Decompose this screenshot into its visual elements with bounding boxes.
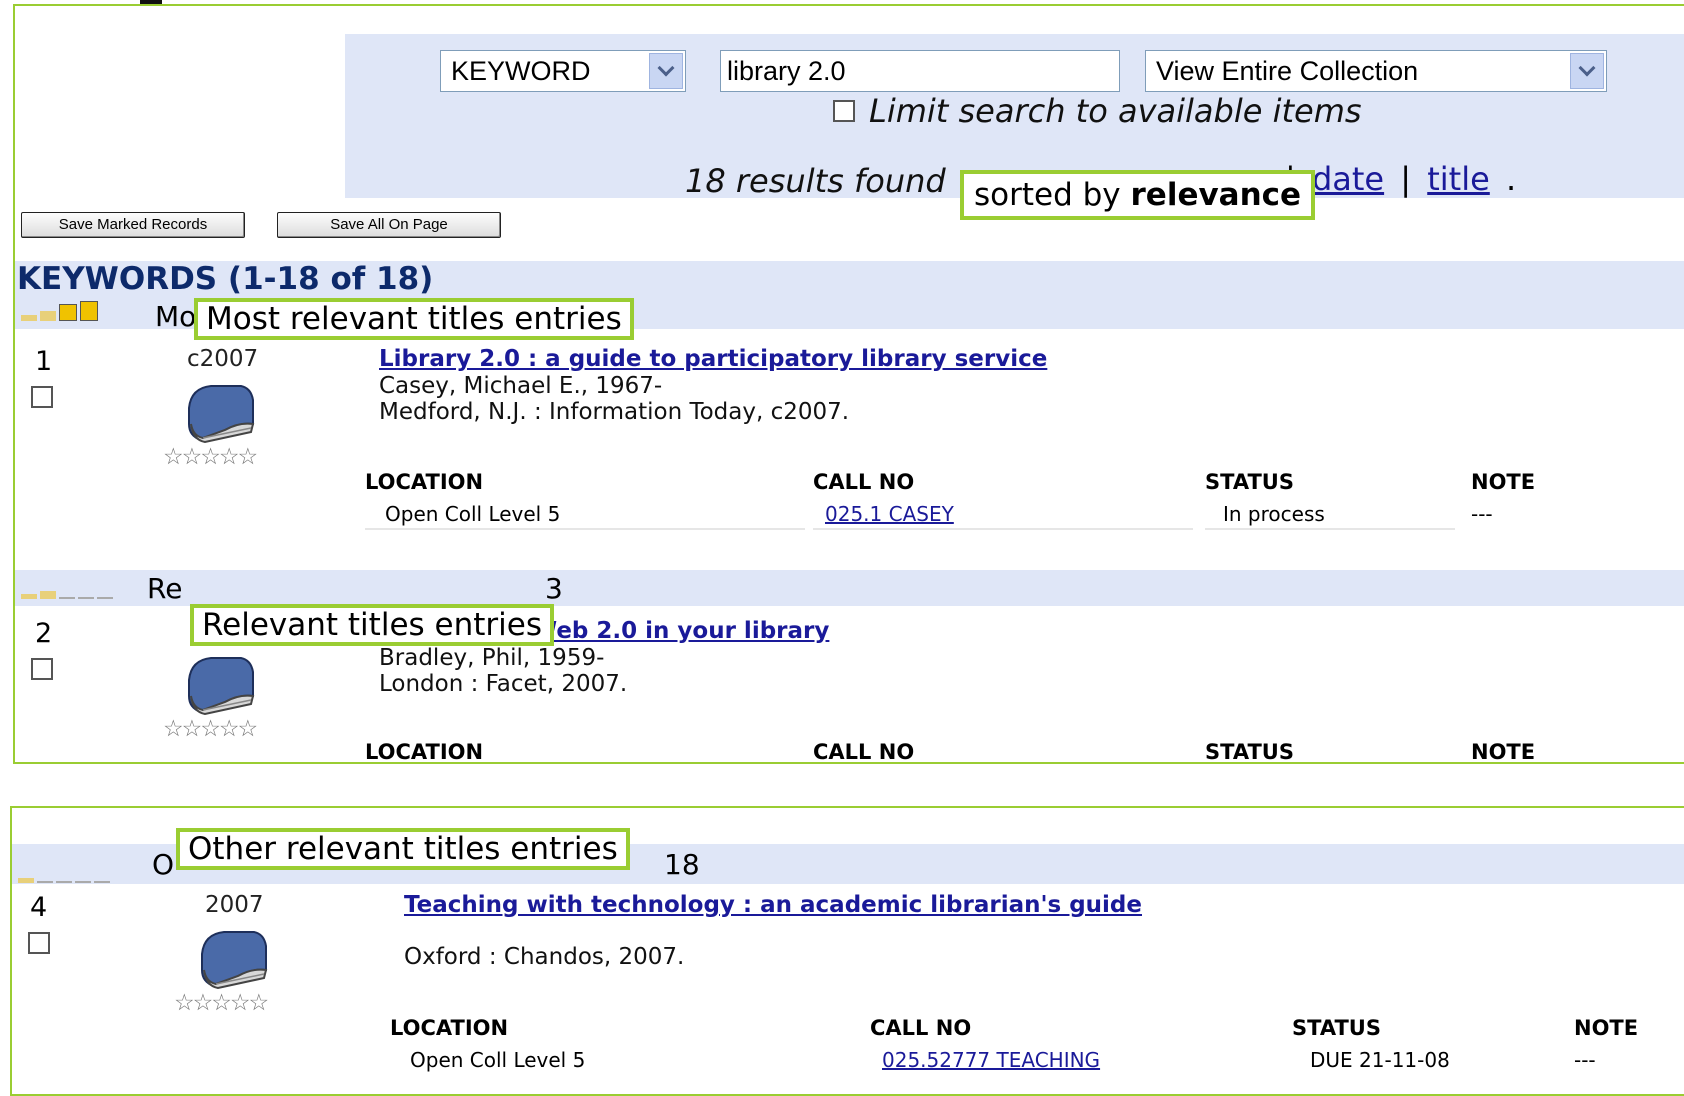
save-marked-records-button[interactable]: Save Marked Records <box>21 212 245 238</box>
sorted-by-prefix: sorted by <box>974 177 1121 213</box>
group-other-prefix: O <box>152 848 175 881</box>
holding-call-no-link[interactable]: 025.52777 TEACHING <box>882 1048 1100 1072</box>
record-mark-checkbox[interactable] <box>31 386 53 408</box>
record-publisher: London : Facet, 2007. <box>379 671 628 697</box>
limit-available: Limit search to available items <box>833 92 1362 130</box>
callout-most-relevant: Most relevant titles entries <box>194 298 634 340</box>
relevance-bars-icon <box>18 864 110 888</box>
group-relevant-prefix: Re <box>147 572 183 605</box>
keywords-heading: KEYWORDS (1-18 of 18) <box>17 261 434 297</box>
search-query: library 2.0 <box>727 56 846 86</box>
collection-select[interactable]: View Entire Collection <box>1145 50 1607 92</box>
holdings-row-line <box>365 528 805 530</box>
chevron-down-icon[interactable] <box>649 53 683 89</box>
rating-stars-icon[interactable]: ☆☆☆☆☆ <box>163 444 258 470</box>
book-icon <box>188 385 255 444</box>
holding-location: Open Coll Level 5 <box>410 1048 586 1072</box>
results-summary: 18 results found <box>685 162 946 200</box>
sorted-by-value: relevance <box>1130 177 1302 213</box>
book-icon <box>188 657 255 716</box>
record-year: 2007 <box>205 892 264 918</box>
collection-value: View Entire Collection <box>1156 56 1419 86</box>
sort-trailing: . <box>1505 160 1517 198</box>
sort-by-title-link[interactable]: title <box>1427 160 1490 198</box>
record-author: Casey, Michael E., 1967- <box>379 373 663 399</box>
limit-available-label: Limit search to available items <box>869 92 1362 130</box>
holding-status: DUE 21-11-08 <box>1310 1048 1450 1072</box>
holdings-header-note: NOTE <box>1471 740 1536 764</box>
group-most-prefix: Mo <box>155 300 197 333</box>
book-icon <box>201 931 268 990</box>
sort-by-date-link[interactable]: date <box>1312 160 1384 198</box>
group-other-suffix: 18 <box>664 848 700 881</box>
record-mark-checkbox[interactable] <box>31 658 53 680</box>
record-author: Bradley, Phil, 1959- <box>379 645 605 671</box>
record-number: 4 <box>30 892 48 923</box>
holdings-row-line <box>813 528 1193 530</box>
rating-stars-icon[interactable]: ☆☆☆☆☆ <box>174 990 269 1016</box>
record-publisher: Medford, N.J. : Information Today, c2007… <box>379 399 850 425</box>
holdings-header-status: STATUS <box>1292 1016 1381 1040</box>
rating-stars-icon[interactable]: ☆☆☆☆☆ <box>163 716 258 742</box>
limit-available-checkbox[interactable] <box>833 100 855 122</box>
holdings-header-note: NOTE <box>1471 470 1536 494</box>
group-relevant-suffix: 3 <box>545 572 563 605</box>
group-relevant-bar <box>15 570 1684 606</box>
record-year: c2007 <box>187 346 259 372</box>
record-title-link[interactable]: Teaching with technology : an academic l… <box>404 892 1142 918</box>
holdings-header-status: STATUS <box>1205 740 1294 764</box>
callout-relevant: Relevant titles entries <box>190 604 554 646</box>
holdings-header-call-no: CALL NO <box>813 740 915 764</box>
chevron-down-icon[interactable] <box>1570 53 1604 89</box>
record-number: 2 <box>35 618 53 649</box>
holding-call-no-link[interactable]: 025.1 CASEY <box>825 502 954 526</box>
results-count: 18 results found <box>685 162 946 200</box>
holdings-header-call-no: CALL NO <box>870 1016 972 1040</box>
holdings-header-location: LOCATION <box>390 1016 509 1040</box>
record-title-link[interactable]: Library 2.0 : a guide to participatory l… <box>379 346 1047 372</box>
sort-separator: | <box>1400 160 1412 198</box>
holdings-header-location: LOCATION <box>365 740 484 764</box>
relevance-bars-icon <box>21 580 113 604</box>
sort-links: | date | title . <box>1285 160 1516 198</box>
record-mark-checkbox[interactable] <box>28 932 50 954</box>
relevance-bars-icon <box>21 301 98 326</box>
holdings-row-line <box>1205 528 1455 530</box>
holdings-header-location: LOCATION <box>365 470 484 494</box>
search-input[interactable]: library 2.0 <box>720 50 1120 92</box>
field-type-select[interactable]: KEYWORD <box>440 50 686 92</box>
callout-other-relevant: Other relevant titles entries <box>176 828 630 870</box>
field-type-value: KEYWORD <box>451 56 591 86</box>
results-panel-top: KEYWORD library 2.0 View Entire Collecti… <box>13 4 1684 764</box>
holdings-header-status: STATUS <box>1205 470 1294 494</box>
holdings-header-note: NOTE <box>1574 1016 1639 1040</box>
holding-note: --- <box>1574 1048 1596 1072</box>
holdings-header-call-no: CALL NO <box>813 470 915 494</box>
holding-location: Open Coll Level 5 <box>385 502 561 526</box>
sorted-by-callout: sorted by relevance <box>960 170 1316 220</box>
record-publisher: Oxford : Chandos, 2007. <box>404 944 685 970</box>
holding-status: In process <box>1223 502 1325 526</box>
save-all-on-page-button[interactable]: Save All On Page <box>277 212 501 238</box>
record-number: 1 <box>35 346 53 377</box>
holding-note: --- <box>1471 502 1493 526</box>
